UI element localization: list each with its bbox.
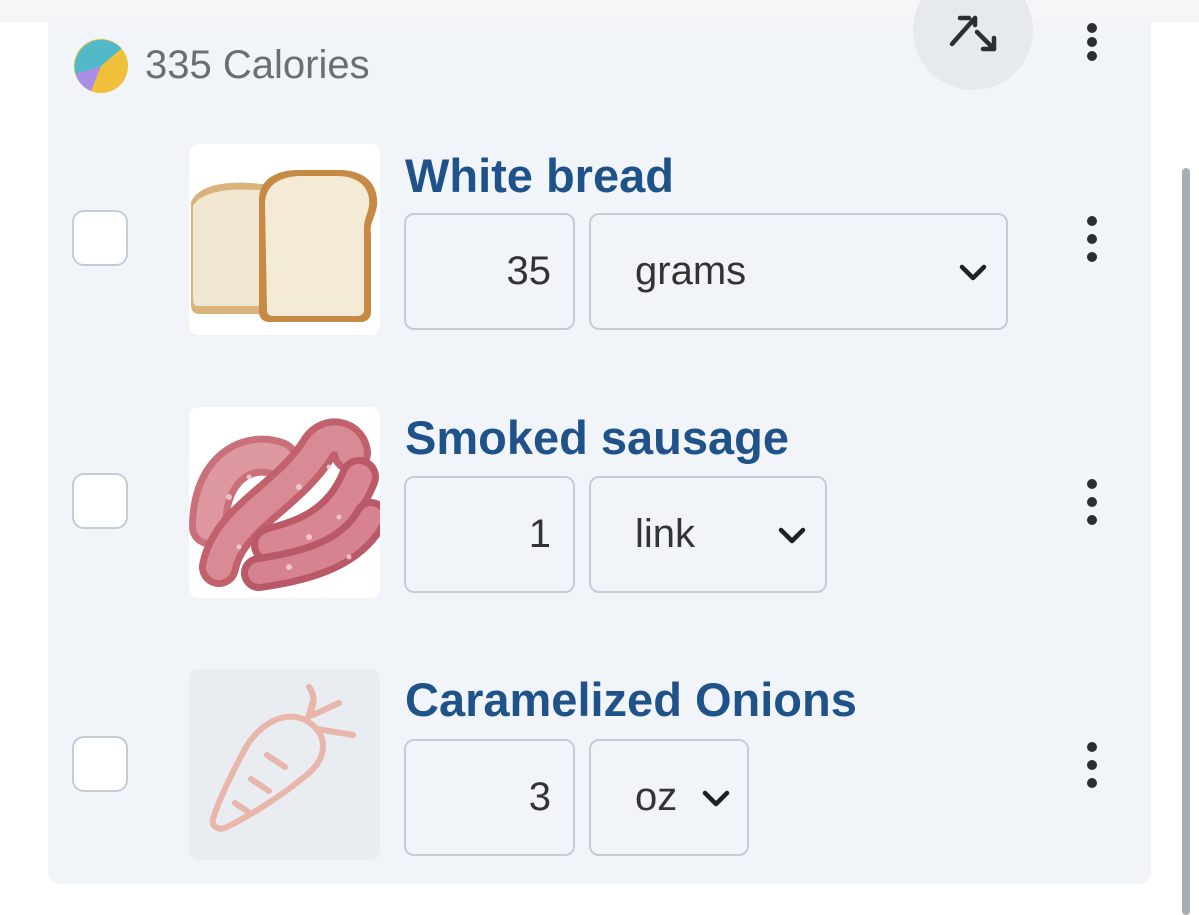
calories-total: 335 Calories — [145, 43, 370, 87]
unit-select-value: grams — [635, 249, 747, 293]
food-checkbox-caramelized-onions[interactable] — [72, 736, 128, 792]
unit-select-value: link — [635, 512, 696, 556]
macro-pie-icon — [74, 39, 128, 93]
unit-select-white-bread[interactable]: grams — [589, 213, 1008, 330]
unit-select-smoked-sausage[interactable]: link — [589, 476, 827, 593]
chevron-down-icon — [702, 790, 730, 807]
scrollbar[interactable] — [1182, 168, 1190, 915]
carrot-placeholder-icon — [209, 684, 356, 832]
arrows-collapse-icon — [949, 15, 997, 52]
food-menu-button-smoked-sausage[interactable] — [1075, 478, 1109, 538]
kebab-menu-icon — [1087, 742, 1097, 788]
food-checkbox-smoked-sausage[interactable] — [72, 473, 128, 529]
unit-select-caramelized-onions[interactable]: oz — [589, 739, 749, 856]
meal-menu-button[interactable] — [1075, 22, 1109, 62]
quantity-input-caramelized-onions[interactable]: 3 — [404, 739, 575, 856]
white-bread-image — [189, 144, 380, 335]
kebab-menu-icon — [1087, 216, 1097, 262]
chevron-down-icon — [959, 264, 987, 281]
chevron-down-icon — [778, 527, 806, 544]
food-name-caramelized-onions[interactable]: Caramelized Onions — [405, 670, 857, 730]
food-name-smoked-sausage[interactable]: Smoked sausage — [405, 408, 789, 468]
quantity-input-smoked-sausage[interactable]: 1 — [404, 476, 575, 593]
food-checkbox-white-bread[interactable] — [72, 210, 128, 266]
quantity-input-white-bread[interactable]: 35 — [404, 213, 575, 330]
smoked-sausage-image — [189, 407, 380, 598]
food-image-placeholder — [189, 669, 380, 860]
food-menu-button-white-bread[interactable] — [1075, 215, 1109, 275]
kebab-menu-icon — [1087, 23, 1097, 61]
unit-select-value: oz — [635, 775, 678, 819]
food-menu-button-caramelized-onions[interactable] — [1075, 741, 1109, 801]
food-name-white-bread[interactable]: White bread — [405, 146, 674, 206]
kebab-menu-icon — [1087, 479, 1097, 525]
